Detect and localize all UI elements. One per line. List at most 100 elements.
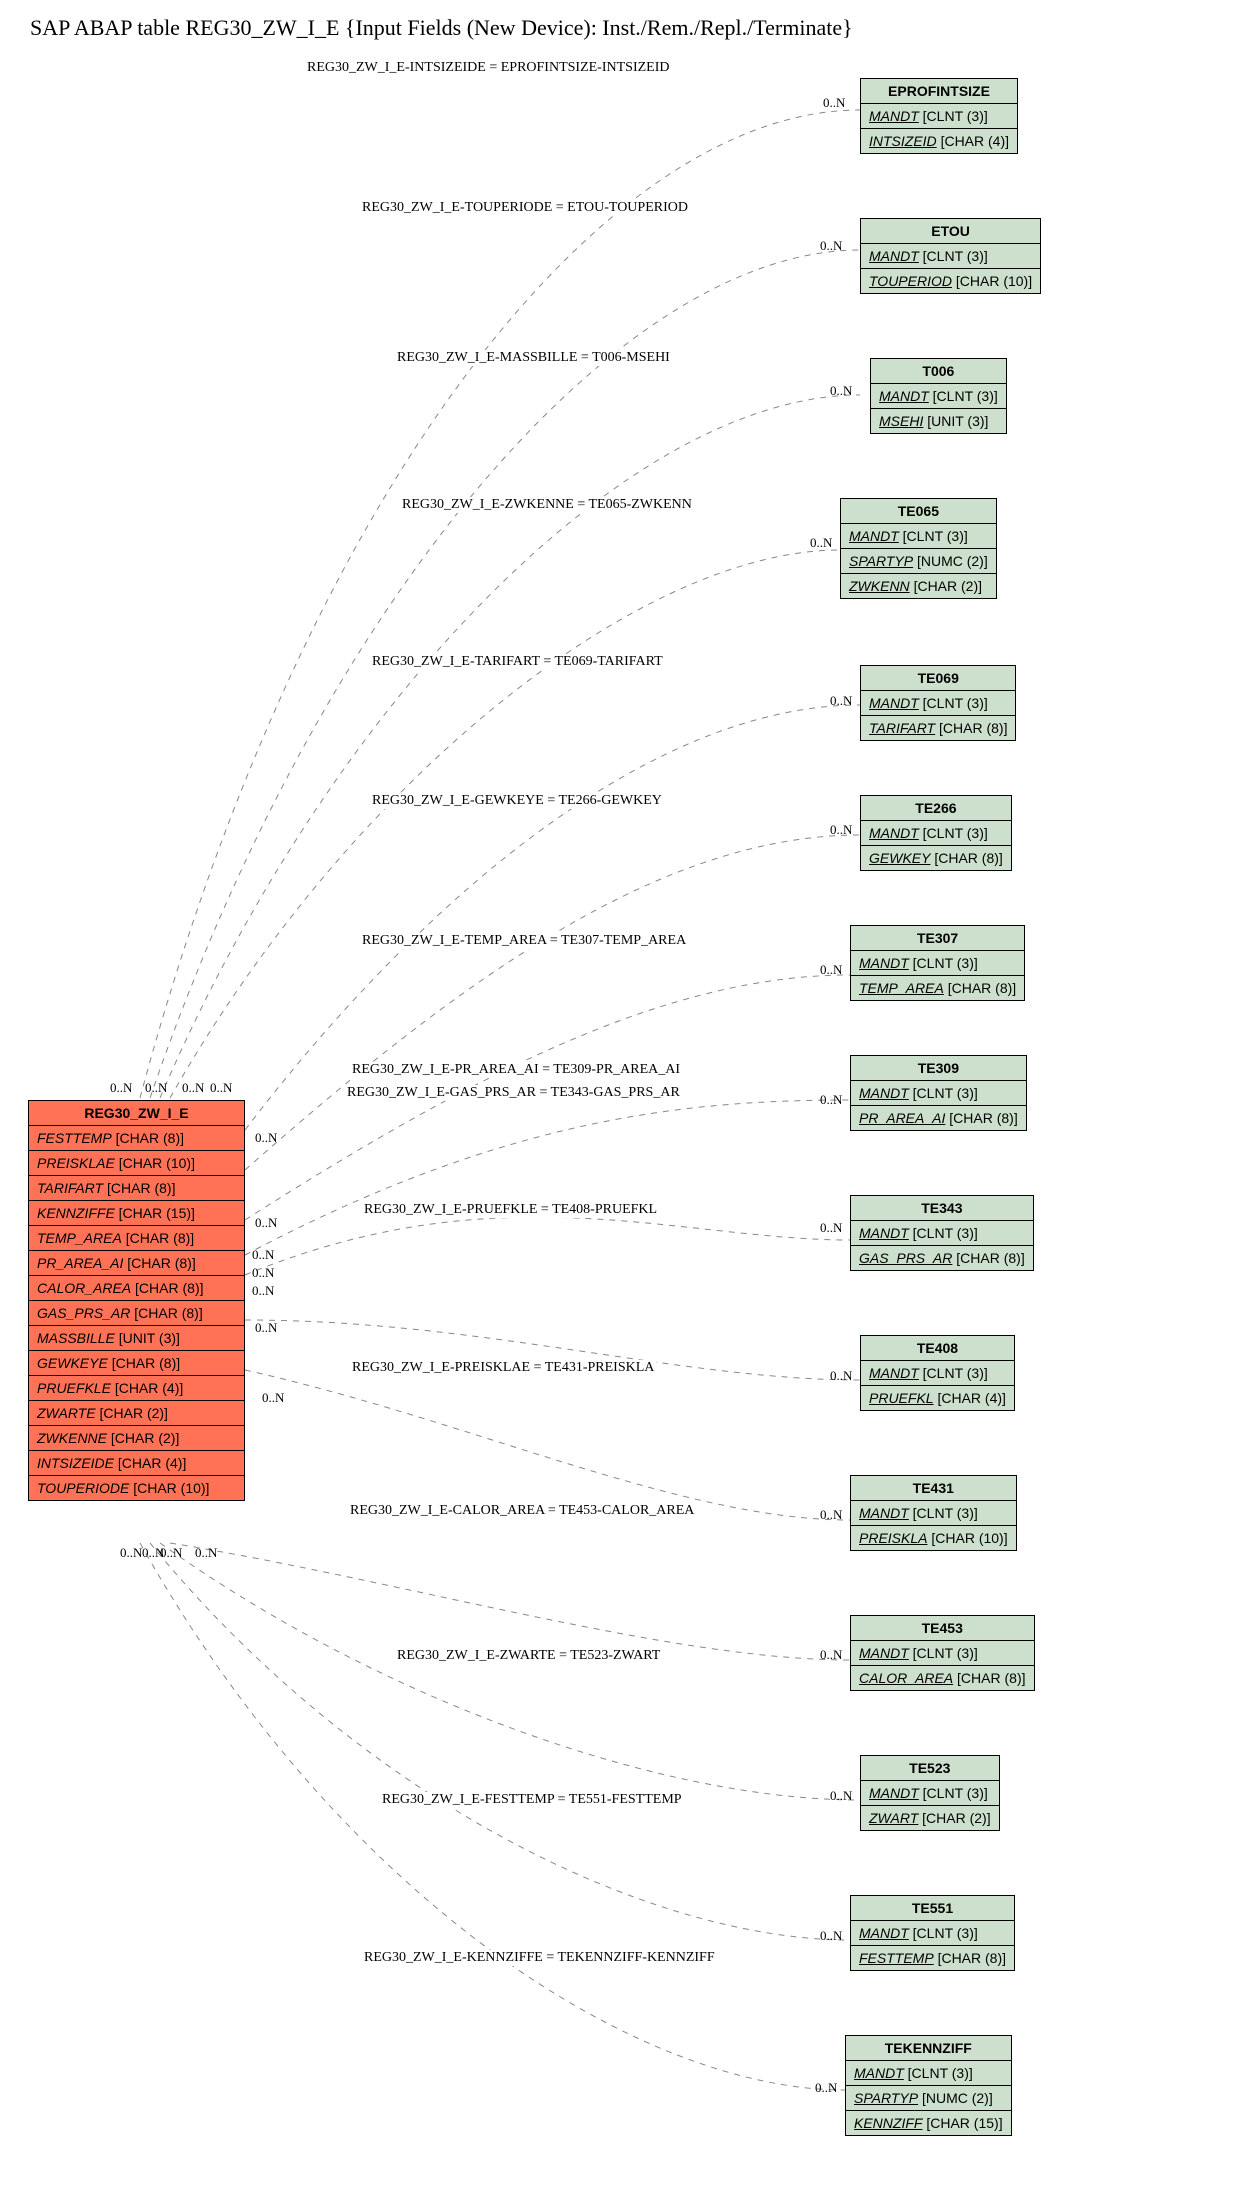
entity-header: TE523 <box>861 1756 999 1781</box>
entity-header: TE431 <box>851 1476 1016 1501</box>
cardinality: 0..N <box>830 822 852 838</box>
entity-te408: TE408MANDT [CLNT (3)]PRUEFKL [CHAR (4)] <box>860 1335 1015 1411</box>
cardinality: 0..N <box>823 95 845 111</box>
field-row: GAS_PRS_AR [CHAR (8)] <box>29 1301 244 1326</box>
entity-header: TEKENNZIFF <box>846 2036 1011 2061</box>
entity-header: TE065 <box>841 499 996 524</box>
field-row: MSEHI [UNIT (3)] <box>871 409 1006 433</box>
field-row: ZWKENN [CHAR (2)] <box>841 574 996 598</box>
field-row: PRUEFKL [CHAR (4)] <box>861 1386 1014 1410</box>
field-row: TOUPERIODE [CHAR (10)] <box>29 1476 244 1500</box>
edge-label: REG30_ZW_I_E-TARIFART = TE069-TARIFART <box>370 654 665 670</box>
field-row: GEWKEYE [CHAR (8)] <box>29 1351 244 1376</box>
entity-te266: TE266MANDT [CLNT (3)]GEWKEY [CHAR (8)] <box>860 795 1012 871</box>
edge-label: REG30_ZW_I_E-CALOR_AREA = TE453-CALOR_AR… <box>348 1503 696 1519</box>
entity-header: TE309 <box>851 1056 1026 1081</box>
entity-tekennziff: TEKENNZIFFMANDT [CLNT (3)]SPARTYP [NUMC … <box>845 2035 1012 2136</box>
field-row: CALOR_AREA [CHAR (8)] <box>851 1666 1034 1690</box>
entity-etou: ETOUMANDT [CLNT (3)]TOUPERIOD [CHAR (10)… <box>860 218 1041 294</box>
field-row: MANDT [CLNT (3)] <box>871 384 1006 409</box>
field-row: TARIFART [CHAR (8)] <box>861 716 1015 740</box>
field-row: GAS_PRS_AR [CHAR (8)] <box>851 1246 1033 1270</box>
cardinality: 0..N <box>160 1545 182 1561</box>
field-row: MANDT [CLNT (3)] <box>861 821 1011 846</box>
cardinality: 0..N <box>820 1092 842 1108</box>
cardinality: 0..N <box>110 1080 132 1096</box>
field-row: CALOR_AREA [CHAR (8)] <box>29 1276 244 1301</box>
entity-header: TE453 <box>851 1616 1034 1641</box>
cardinality: 0..N <box>262 1390 284 1406</box>
cardinality: 0..N <box>820 962 842 978</box>
field-row: PREISKLA [CHAR (10)] <box>851 1526 1016 1550</box>
field-row: FESTTEMP [CHAR (8)] <box>29 1126 244 1151</box>
cardinality: 0..N <box>820 238 842 254</box>
entity-main: REG30_ZW_I_E FESTTEMP [CHAR (8)] PREISKL… <box>28 1100 245 1501</box>
field-row: TEMP_AREA [CHAR (8)] <box>851 976 1024 1000</box>
cardinality: 0..N <box>815 2080 837 2096</box>
cardinality: 0..N <box>810 535 832 551</box>
entity-te343: TE343MANDT [CLNT (3)]GAS_PRS_AR [CHAR (8… <box>850 1195 1034 1271</box>
field-row: INTSIZEID [CHAR (4)] <box>861 129 1017 153</box>
edge-label: REG30_ZW_I_E-GEWKEYE = TE266-GEWKEY <box>370 793 664 809</box>
field-row: TARIFART [CHAR (8)] <box>29 1176 244 1201</box>
edge-label: REG30_ZW_I_E-GAS_PRS_AR = TE343-GAS_PRS_… <box>345 1085 682 1101</box>
cardinality: 0..N <box>120 1545 142 1561</box>
field-row: MANDT [CLNT (3)] <box>861 1781 999 1806</box>
field-row: PR_AREA_AI [CHAR (8)] <box>29 1251 244 1276</box>
edge-label: REG30_ZW_I_E-PR_AREA_AI = TE309-PR_AREA_… <box>350 1062 682 1078</box>
field-row: ZWKENNE [CHAR (2)] <box>29 1426 244 1451</box>
cardinality: 0..N <box>830 1368 852 1384</box>
entity-te431: TE431MANDT [CLNT (3)]PREISKLA [CHAR (10)… <box>850 1475 1017 1551</box>
diagram-title: SAP ABAP table REG30_ZW_I_E {Input Field… <box>30 15 853 41</box>
cardinality: 0..N <box>820 1928 842 1944</box>
field-row: MANDT [CLNT (3)] <box>846 2061 1011 2086</box>
field-row: SPARTYP [NUMC (2)] <box>841 549 996 574</box>
cardinality: 0..N <box>252 1283 274 1299</box>
entity-header: TE307 <box>851 926 1024 951</box>
edge-label: REG30_ZW_I_E-MASSBILLE = T006-MSEHI <box>395 350 672 366</box>
field-row: TOUPERIOD [CHAR (10)] <box>861 269 1040 293</box>
edge-label: REG30_ZW_I_E-PREISKLAE = TE431-PREISKLA <box>350 1360 656 1376</box>
cardinality: 0..N <box>255 1320 277 1336</box>
entity-te523: TE523MANDT [CLNT (3)]ZWART [CHAR (2)] <box>860 1755 1000 1831</box>
cardinality: 0..N <box>820 1647 842 1663</box>
entity-t006: T006MANDT [CLNT (3)]MSEHI [UNIT (3)] <box>870 358 1007 434</box>
field-row: TEMP_AREA [CHAR (8)] <box>29 1226 244 1251</box>
field-row: MANDT [CLNT (3)] <box>861 244 1040 269</box>
entity-header: TE551 <box>851 1896 1014 1921</box>
entity-header: TE408 <box>861 1336 1014 1361</box>
field-row: MANDT [CLNT (3)] <box>861 104 1017 129</box>
entity-te551: TE551MANDT [CLNT (3)]FESTTEMP [CHAR (8)] <box>850 1895 1015 1971</box>
entity-te065: TE065MANDT [CLNT (3)]SPARTYP [NUMC (2)]Z… <box>840 498 997 599</box>
entity-header: TE069 <box>861 666 1015 691</box>
cardinality: 0..N <box>255 1130 277 1146</box>
entity-te309: TE309MANDT [CLNT (3)]PR_AREA_AI [CHAR (8… <box>850 1055 1027 1131</box>
field-row: MANDT [CLNT (3)] <box>851 1501 1016 1526</box>
edge-label: REG30_ZW_I_E-ZWARTE = TE523-ZWART <box>395 1648 662 1664</box>
field-row: KENNZIFF [CHAR (15)] <box>846 2111 1011 2135</box>
field-row: MANDT [CLNT (3)] <box>851 1921 1014 1946</box>
entity-te069: TE069MANDT [CLNT (3)]TARIFART [CHAR (8)] <box>860 665 1016 741</box>
field-row: PRUEFKLE [CHAR (4)] <box>29 1376 244 1401</box>
field-row: GEWKEY [CHAR (8)] <box>861 846 1011 870</box>
cardinality: 0..N <box>145 1080 167 1096</box>
cardinality: 0..N <box>820 1507 842 1523</box>
entity-header: ETOU <box>861 219 1040 244</box>
cardinality: 0..N <box>820 1220 842 1236</box>
cardinality: 0..N <box>830 693 852 709</box>
field-row: MANDT [CLNT (3)] <box>851 1081 1026 1106</box>
field-row: FESTTEMP [CHAR (8)] <box>851 1946 1014 1970</box>
field-row: SPARTYP [NUMC (2)] <box>846 2086 1011 2111</box>
cardinality: 0..N <box>830 383 852 399</box>
edge-label: REG30_ZW_I_E-ZWKENNE = TE065-ZWKENN <box>400 497 694 513</box>
entity-eprofintsize: EPROFINTSIZEMANDT [CLNT (3)]INTSIZEID [C… <box>860 78 1018 154</box>
entity-header: TE266 <box>861 796 1011 821</box>
cardinality: 0..N <box>195 1545 217 1561</box>
entity-te307: TE307MANDT [CLNT (3)]TEMP_AREA [CHAR (8)… <box>850 925 1025 1001</box>
edge-label: REG30_ZW_I_E-FESTTEMP = TE551-FESTTEMP <box>380 1792 684 1808</box>
entity-header: EPROFINTSIZE <box>861 79 1017 104</box>
edge-label: REG30_ZW_I_E-TOUPERIODE = ETOU-TOUPERIOD <box>360 200 690 216</box>
cardinality: 0..N <box>252 1265 274 1281</box>
entity-header: REG30_ZW_I_E <box>29 1101 244 1126</box>
cardinality: 0..N <box>255 1215 277 1231</box>
